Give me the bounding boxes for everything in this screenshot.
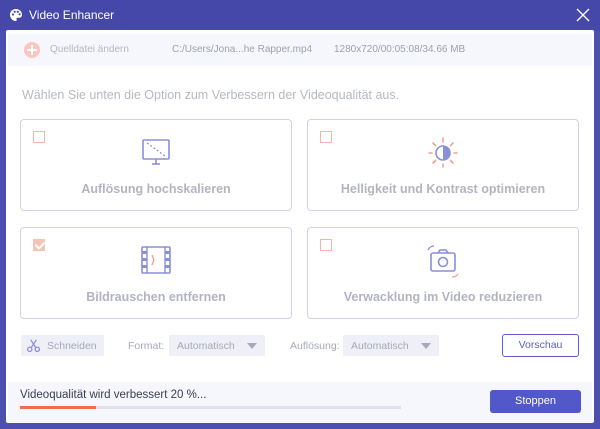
resolution-value: Automatisch [351, 340, 409, 352]
camera-stabilize-icon [427, 245, 459, 278]
scissors-icon [26, 339, 41, 353]
instruction-text: Wählen Sie unten die Option zum Verbesse… [22, 88, 400, 102]
progress-text: Videoqualität wird verbessert 20 %... [20, 389, 207, 401]
checkbox[interactable] [33, 239, 45, 251]
source-file-bar: Quelldatei ändern C:/Users/Jona...he Rap… [8, 34, 592, 66]
chevron-down-icon [247, 343, 257, 349]
option-label: Helligkeit und Kontrast optimieren [340, 182, 546, 196]
option-label: Verwacklung im Video reduzieren [343, 290, 543, 304]
brightness-icon [428, 137, 458, 168]
close-icon[interactable] [575, 7, 591, 23]
film-icon [141, 246, 171, 274]
option-label: Auflösung hochskalieren [81, 182, 231, 196]
cut-button[interactable]: Schneiden [21, 335, 104, 356]
checkbox[interactable] [320, 131, 332, 143]
option-remove-noise[interactable]: Bildrauschen entfernen [20, 227, 292, 319]
progress-bar [20, 406, 401, 409]
preview-button[interactable]: Vorschau [502, 334, 579, 357]
resolution-select[interactable]: Automatisch [343, 335, 439, 356]
window-title: Video Enhancer [29, 8, 115, 22]
file-meta: 1280x720/00:05:08/34.66 MB [334, 44, 466, 55]
add-file-icon[interactable] [24, 42, 40, 58]
resolution-label: Auflösung: [290, 340, 340, 352]
progress-fill [20, 406, 97, 409]
file-path: C:/Users/Jona...he Rapper.mp4 [172, 44, 313, 55]
format-label: Format: [128, 340, 165, 352]
format-value: Automatisch [177, 340, 235, 352]
option-upscale-resolution[interactable]: Auflösung hochskalieren [20, 119, 292, 211]
option-label: Bildrauschen entfernen [86, 290, 226, 304]
change-source-link[interactable]: Quelldatei ändern [50, 44, 129, 55]
chevron-down-icon [421, 343, 431, 349]
stop-button[interactable]: Stoppen [490, 390, 581, 413]
option-reduce-shake[interactable]: Verwacklung im Video reduzieren [307, 227, 579, 319]
format-select[interactable]: Automatisch [169, 335, 265, 356]
checkbox[interactable] [33, 131, 45, 143]
checkbox[interactable] [320, 239, 332, 251]
title-bar: Video Enhancer [0, 0, 600, 30]
option-brightness-contrast[interactable]: Helligkeit und Kontrast optimieren [307, 119, 579, 211]
monitor-icon [142, 139, 170, 165]
palette-icon [10, 9, 22, 21]
cut-label: Schneiden [47, 340, 97, 352]
